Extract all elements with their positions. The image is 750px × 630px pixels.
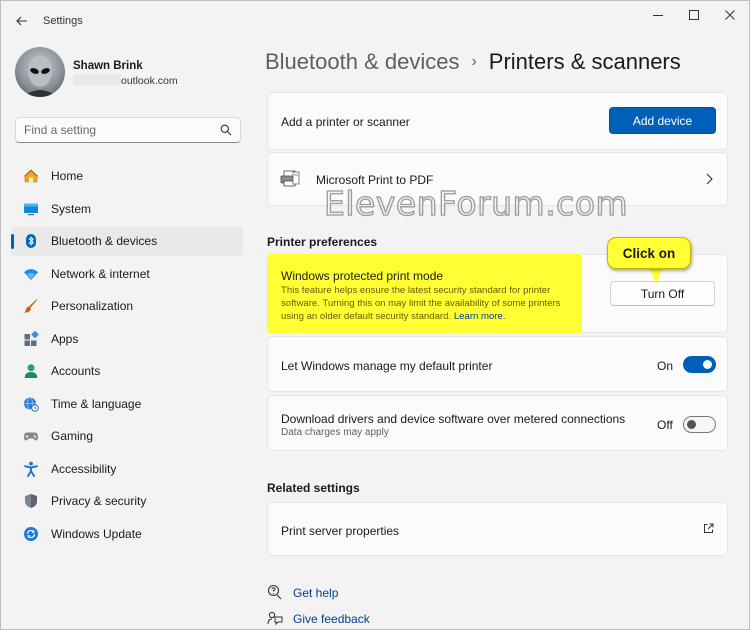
sidebar-item-accessibility[interactable]: Accessibility <box>11 454 243 484</box>
breadcrumb-parent[interactable]: Bluetooth & devices <box>265 49 459 74</box>
sidebar-item-label: Privacy & security <box>51 494 147 508</box>
search-input[interactable] <box>24 122 214 138</box>
metered-download-label: Download drivers and device software ove… <box>281 412 626 426</box>
sidebar-item-label: Home <box>51 169 84 183</box>
toggle-state-label: On <box>657 359 674 373</box>
description-text: This feature helps ensure the latest sec… <box>281 285 561 322</box>
globe-clock-icon <box>23 396 39 412</box>
highlight-box: Windows protected print mode This featur… <box>268 254 582 333</box>
section-title-related-settings: Related settings <box>267 481 360 495</box>
metered-download-toggle[interactable] <box>683 416 716 433</box>
default-printer-toggle[interactable] <box>683 356 716 373</box>
close-icon[interactable] <box>713 5 747 25</box>
sidebar-item-label: Personalization <box>51 299 134 313</box>
apps-icon <box>23 330 39 347</box>
breadcrumb-separator: › <box>471 53 477 70</box>
add-device-button[interactable]: Add device <box>609 107 716 134</box>
minimize-icon[interactable] <box>641 5 675 25</box>
sidebar-item-bluetooth-devices[interactable]: Bluetooth & devices <box>11 226 243 256</box>
sidebar-item-label: Time & language <box>51 396 142 411</box>
chevron-right-icon <box>706 173 713 188</box>
toggle-state-label: Off <box>657 418 673 432</box>
bluetooth-icon <box>23 233 39 249</box>
sidebar-item-privacy-security[interactable]: Privacy & security <box>11 486 243 516</box>
user-email: outlook.com <box>73 74 178 87</box>
give-feedback-icon <box>267 610 283 626</box>
sidebar-item-network[interactable]: Network & internet <box>11 259 243 289</box>
sidebar-item-label: Gaming <box>51 429 94 443</box>
page-title: Printers & scanners <box>488 49 681 74</box>
user-name: Shawn Brink <box>73 60 143 72</box>
sidebar-nav: Home System Bluetooth & devices Network … <box>11 161 243 551</box>
give-feedback-link[interactable]: Give feedback <box>293 612 370 626</box>
search-box[interactable] <box>15 117 241 143</box>
print-server-properties-card[interactable]: Print server properties <box>267 502 728 556</box>
avatar[interactable] <box>15 47 65 97</box>
metered-download-sublabel: Data charges may apply <box>281 427 389 438</box>
search-icon[interactable] <box>220 124 232 136</box>
sidebar-item-label: Apps <box>51 331 79 346</box>
section-title-printer-preferences: Printer preferences <box>267 235 378 249</box>
external-link-icon <box>703 523 714 537</box>
add-printer-label: Add a printer or scanner <box>281 115 410 129</box>
title-bar: Settings <box>1 1 749 41</box>
home-icon <box>23 168 39 184</box>
email-redaction <box>73 74 121 85</box>
user-email-text: outlook.com <box>121 75 178 87</box>
back-arrow-icon[interactable] <box>11 11 33 31</box>
metered-download-card: Download drivers and device software ove… <box>267 395 728 451</box>
get-help-icon <box>267 584 283 600</box>
toggle-knob <box>687 420 696 429</box>
watermark: ElevenForum.com <box>323 183 629 223</box>
sidebar-item-time-language[interactable]: Time & language <box>11 389 243 419</box>
wifi-icon <box>23 266 39 282</box>
shield-icon <box>23 493 39 509</box>
sidebar-item-apps[interactable]: Apps <box>11 324 243 354</box>
add-printer-card: Add a printer or scanner Add device <box>267 92 728 150</box>
protected-print-mode-description: This feature helps ensure the latest sec… <box>281 284 579 323</box>
person-icon <box>23 363 39 379</box>
sidebar-item-personalization[interactable]: Personalization <box>11 291 243 321</box>
breadcrumb: Bluetooth & devices › Printers & scanners <box>265 49 681 75</box>
sidebar-item-system[interactable]: System <box>11 194 243 224</box>
gamepad-icon <box>23 428 39 444</box>
toggle-knob <box>703 360 712 369</box>
sidebar-item-gaming[interactable]: Gaming <box>11 421 243 451</box>
turn-off-button[interactable]: Turn Off <box>610 281 715 306</box>
sidebar-item-label: Accessibility <box>51 461 117 476</box>
click-on-callout: Click on <box>607 237 691 269</box>
sidebar-item-windows-update[interactable]: Windows Update <box>11 519 243 549</box>
settings-window: Settings Shawn Brink outlook.com Home <box>0 0 750 630</box>
maximize-icon[interactable] <box>677 5 711 25</box>
default-printer-label: Let Windows manage my default printer <box>281 359 493 373</box>
accessibility-icon <box>23 461 39 477</box>
get-help-link[interactable]: Get help <box>293 586 338 600</box>
sidebar-item-label: System <box>51 201 92 216</box>
callout-pointer <box>649 267 663 284</box>
default-printer-card: Let Windows manage my default printer On <box>267 336 728 392</box>
protected-print-mode-title: Windows protected print mode <box>281 269 444 283</box>
print-server-properties-label: Print server properties <box>281 524 400 538</box>
learn-more-link[interactable]: Learn more. <box>454 311 506 322</box>
window-title: Settings <box>43 15 83 27</box>
sidebar-item-label: Bluetooth & devices <box>51 234 158 248</box>
printer-icon <box>280 170 300 191</box>
update-icon <box>23 526 39 542</box>
sidebar-item-label: Accounts <box>51 364 101 378</box>
monitor-icon <box>23 201 39 217</box>
sidebar-item-accounts[interactable]: Accounts <box>11 356 243 386</box>
sidebar-item-label: Network & internet <box>51 266 150 281</box>
sidebar-item-home[interactable]: Home <box>11 161 243 191</box>
brush-icon <box>23 298 39 314</box>
sidebar-item-label: Windows Update <box>51 526 142 541</box>
